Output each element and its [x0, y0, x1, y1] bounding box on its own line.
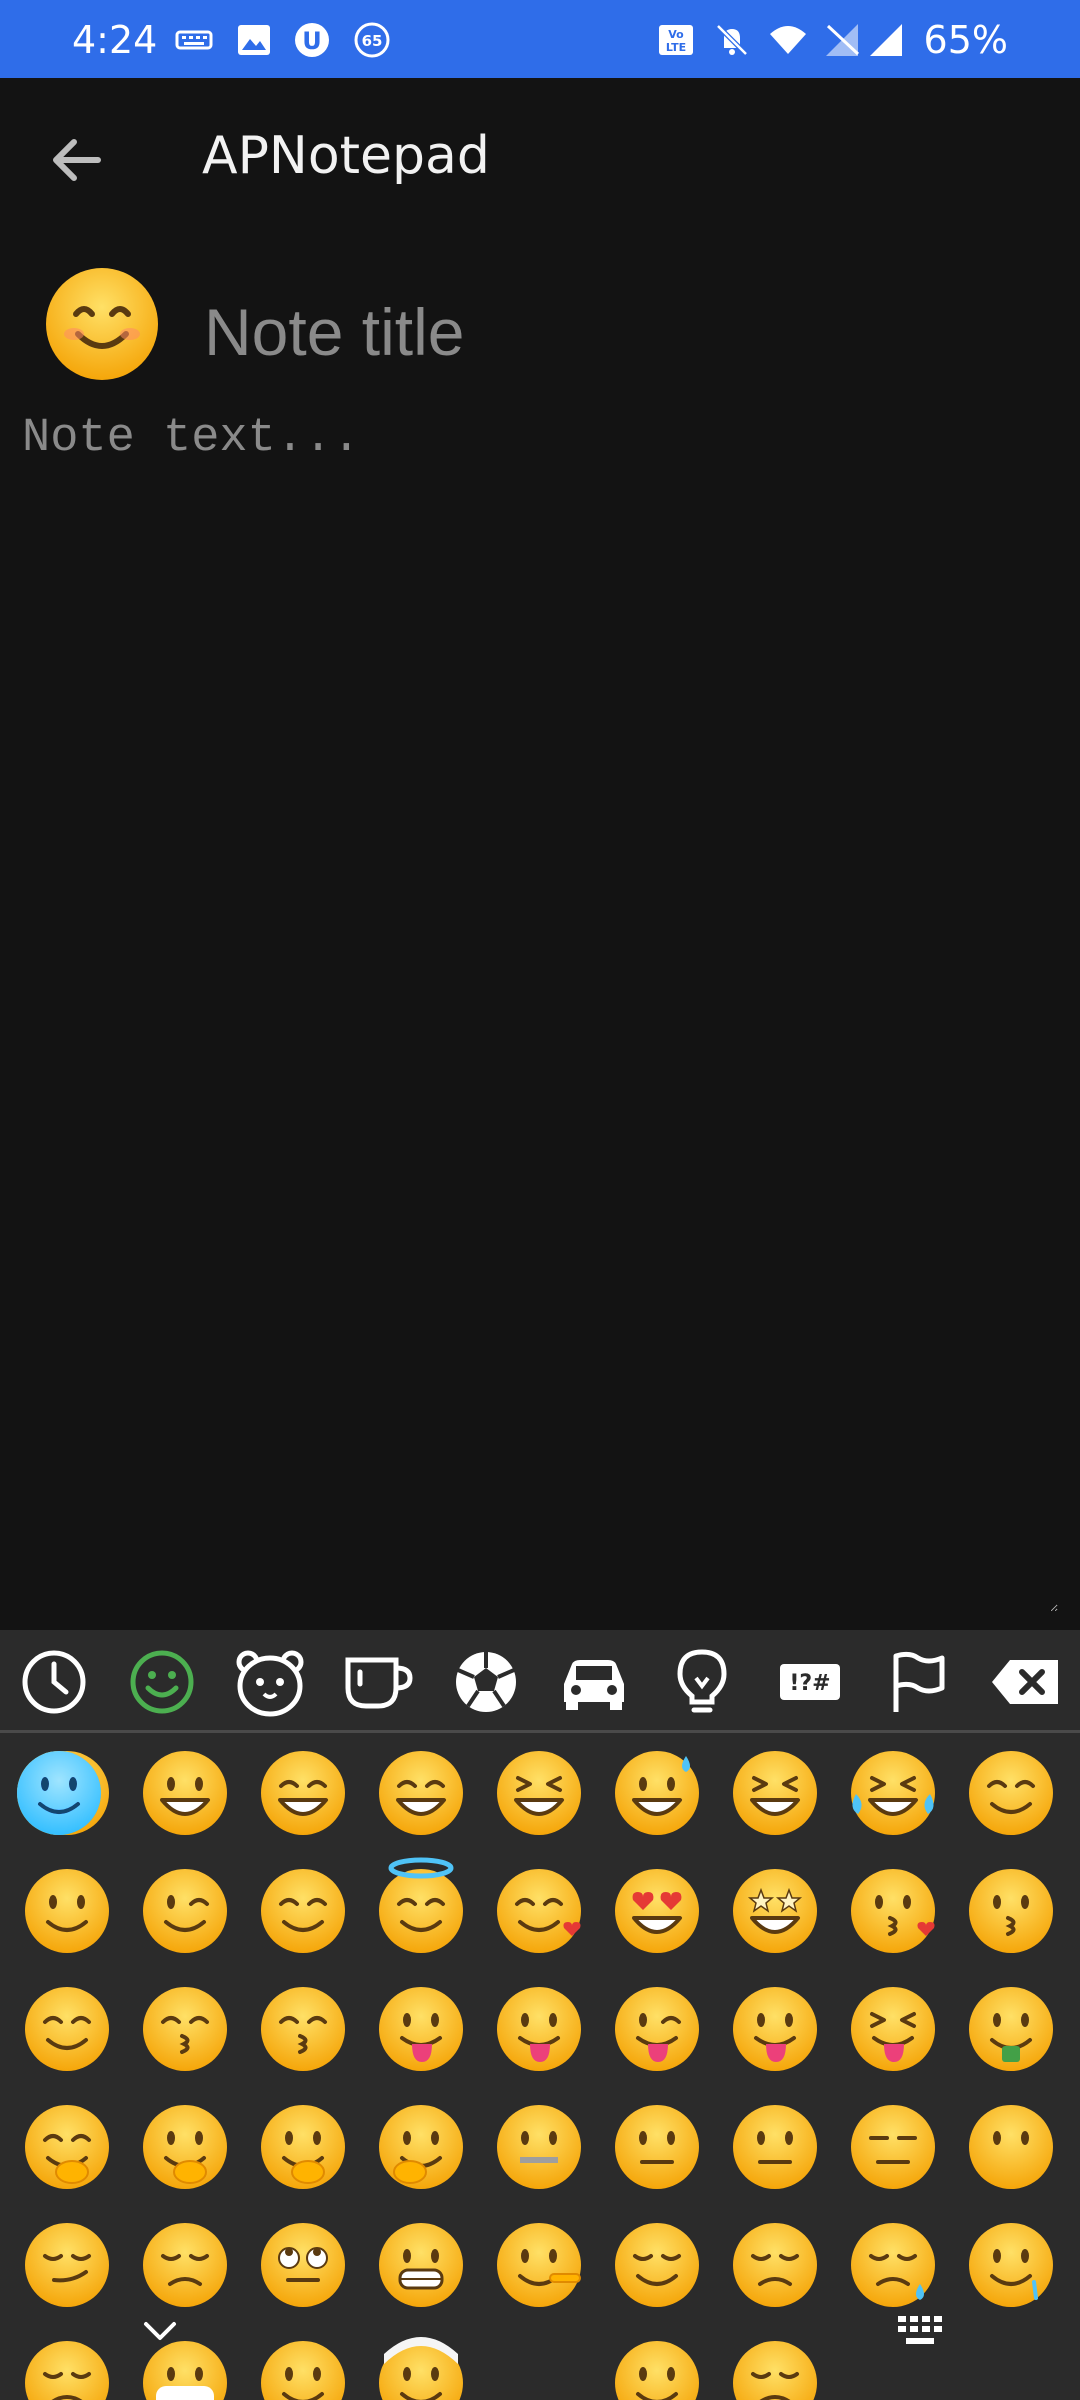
- clock-icon[interactable]: [16, 1644, 92, 1720]
- drooling-face-icon[interactable]: [952, 2206, 1070, 2324]
- cup-icon[interactable]: [340, 1644, 416, 1720]
- car-icon[interactable]: [556, 1644, 632, 1720]
- smiling-face-halo-icon[interactable]: [362, 1852, 480, 1970]
- emoji-grid: [0, 1734, 1080, 2400]
- expressionless-face-icon[interactable]: [834, 2088, 952, 2206]
- beaming-face-icon[interactable]: [362, 1734, 480, 1852]
- vomiting-face-icon[interactable]: [598, 2324, 716, 2400]
- back-arrow-icon[interactable]: [40, 122, 116, 198]
- note-text-input[interactable]: [22, 412, 1058, 1612]
- money-mouth-face-icon[interactable]: [952, 1970, 1070, 2088]
- face-savoring-food-icon[interactable]: [362, 1970, 480, 2088]
- rolling-eyes-icon[interactable]: [244, 2206, 362, 2324]
- raised-eyebrow-face-icon[interactable]: [598, 2088, 716, 2206]
- flag-icon[interactable]: [880, 1644, 956, 1720]
- switch-keyboard-icon[interactable]: [896, 2314, 944, 2346]
- winking-face-tongue-icon[interactable]: [598, 1970, 716, 2088]
- emoji-keyboard: !?#: [0, 1630, 1080, 2400]
- shushing-face-icon[interactable]: [244, 2088, 362, 2206]
- face-blowing-kiss-icon[interactable]: [834, 1852, 952, 1970]
- image-status-icon: [238, 25, 270, 55]
- no-sim-signal-icon: [826, 24, 860, 56]
- face-thermometer-icon[interactable]: [244, 2324, 362, 2400]
- smiling-face-smiling-eyes-icon[interactable]: [244, 1852, 362, 1970]
- svg-text:LTE: LTE: [666, 41, 686, 54]
- squinting-face-tongue-icon[interactable]: [834, 1970, 952, 2088]
- face-without-mouth-icon[interactable]: [952, 2088, 1070, 2206]
- lightbulb-icon[interactable]: [664, 1644, 740, 1720]
- emoji-category-bar: !?#: [0, 1630, 1080, 1730]
- relieved-face-icon[interactable]: [598, 2206, 716, 2324]
- face-head-bandage-icon[interactable]: [362, 2324, 480, 2400]
- status-bar: 4:24 U 65 Vo LTE 65%: [0, 0, 1080, 78]
- heart-eyes-icon[interactable]: [598, 1852, 716, 1970]
- bear-icon[interactable]: [232, 1644, 308, 1720]
- muted-bell-icon: [716, 24, 748, 56]
- kissing-face-closed-eyes-icon[interactable]: [126, 1970, 244, 2088]
- grinning-squinting-face-icon[interactable]: [480, 1734, 598, 1852]
- grimacing-face-icon[interactable]: [362, 2206, 480, 2324]
- wifi-icon: [770, 26, 806, 54]
- note-title-input[interactable]: [204, 292, 1024, 372]
- thinking-face-icon[interactable]: [362, 2088, 480, 2206]
- rolling-on-floor-laughing-icon[interactable]: [716, 1734, 834, 1852]
- backspace-icon[interactable]: [988, 1644, 1064, 1720]
- pensive-face-icon[interactable]: [716, 2206, 834, 2324]
- cold-face-icon[interactable]: [0, 1734, 118, 1852]
- svg-text:!?#: !?#: [789, 1671, 830, 1696]
- neutral-face-icon[interactable]: [716, 2088, 834, 2206]
- battery-percent: 65%: [923, 18, 1008, 62]
- svg-text:65: 65: [362, 32, 383, 50]
- smiling-face-hearts-icon[interactable]: [480, 1852, 598, 1970]
- zany-face-icon[interactable]: [716, 1970, 834, 2088]
- unamused-face-icon[interactable]: [126, 2206, 244, 2324]
- svg-text:Vo: Vo: [668, 28, 684, 41]
- signal-icon: [870, 24, 902, 56]
- soccer-ball-icon[interactable]: [448, 1644, 524, 1720]
- smirking-face-icon[interactable]: [8, 2206, 126, 2324]
- face-hand-over-mouth-icon[interactable]: [126, 2088, 244, 2206]
- zipper-mouth-face-icon[interactable]: [480, 2088, 598, 2206]
- volte-icon: Vo LTE: [659, 25, 693, 55]
- svg-text:U: U: [302, 27, 322, 55]
- app-title: APNotepad: [202, 126, 490, 186]
- grinning-face-sweat-icon[interactable]: [598, 1734, 716, 1852]
- tired-face-icon[interactable]: [716, 2324, 834, 2400]
- app-bar: APNotepad: [0, 78, 1080, 240]
- chevron-down-icon[interactable]: [140, 2316, 180, 2346]
- upside-down-face-icon[interactable]: [8, 1852, 126, 1970]
- lying-face-icon[interactable]: [480, 2206, 598, 2324]
- note-emoji-button[interactable]: [40, 262, 164, 386]
- keyboard-divider: [0, 1730, 1080, 1733]
- u-app-status-icon: U: [295, 23, 329, 57]
- face-with-tongue-icon[interactable]: [480, 1970, 598, 2088]
- hugging-face-icon[interactable]: [8, 2088, 126, 2206]
- grinning-face-smiling-eyes-icon[interactable]: [244, 1734, 362, 1852]
- winking-face-icon[interactable]: [126, 1852, 244, 1970]
- sleeping-face-icon[interactable]: [8, 2324, 126, 2400]
- face-tears-of-joy-icon[interactable]: [834, 1734, 952, 1852]
- smiling-face-icon[interactable]: [8, 1970, 126, 2088]
- status-time: 4:24: [72, 18, 158, 62]
- kissing-face-smiling-eyes-icon[interactable]: [244, 1970, 362, 2088]
- smiley-icon[interactable]: [124, 1644, 200, 1720]
- symbols-icon[interactable]: !?#: [772, 1644, 848, 1720]
- slightly-smiling-face-icon[interactable]: [952, 1734, 1070, 1852]
- star-struck-icon[interactable]: [716, 1852, 834, 1970]
- badge-status-icon: 65: [354, 22, 390, 58]
- grinning-face-big-eyes-icon[interactable]: [126, 1734, 244, 1852]
- keyboard-status-icon: [175, 30, 213, 50]
- sleepy-face-icon[interactable]: [834, 2206, 952, 2324]
- kissing-face-icon[interactable]: [952, 1852, 1070, 1970]
